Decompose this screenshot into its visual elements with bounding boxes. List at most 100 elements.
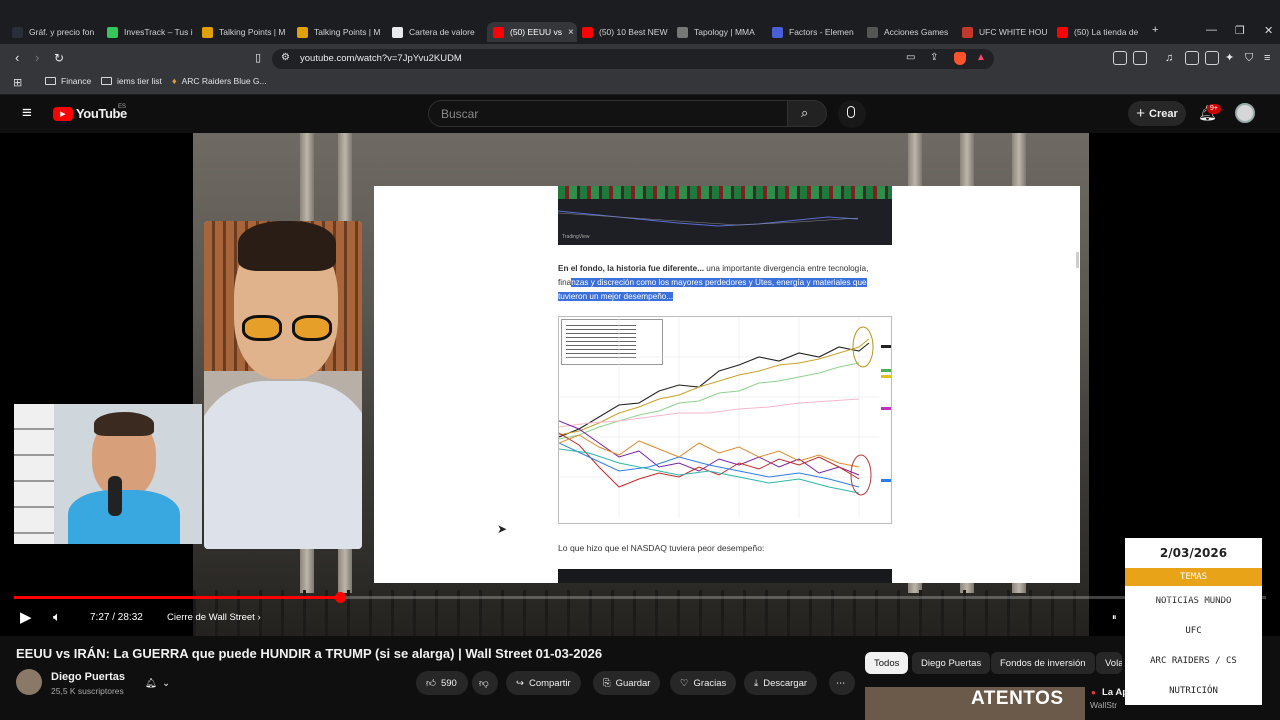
bookmark-icon[interactable]: ▯ [255, 50, 261, 66]
scrubber-handle[interactable] [335, 592, 346, 603]
youtube-icon [493, 26, 504, 38]
browser-tab[interactable]: Talking Points | M [297, 22, 387, 42]
chevron-down-icon: ⌄ [162, 677, 171, 689]
download-button[interactable]: ⤓ Descargar [744, 671, 818, 695]
topics-card: 2/03/2026 TEMAS NOTICIAS MUNDO UFC ARC R… [1125, 538, 1262, 705]
create-button[interactable]: + Crear [1128, 101, 1186, 126]
subscribed-notifications-button[interactable]: 🔔︎ ⌄ [135, 671, 180, 695]
recommended-title[interactable]: La Ap [1102, 687, 1128, 698]
back-icon[interactable]: ‹ [15, 50, 19, 66]
share-button[interactable]: ↪ Compartir [506, 671, 581, 695]
recommended-thumbnail[interactable]: ATENTOS [865, 687, 1085, 720]
tab-label: Gráf. y precio fon [29, 27, 95, 37]
browser-tab[interactable]: InvesTrack – Tus i [107, 22, 197, 42]
browser-tab[interactable]: Talking Points | M [202, 22, 292, 42]
sidebar-icon[interactable] [1185, 51, 1199, 65]
search-button[interactable]: ⌕ [787, 100, 827, 127]
thanks-button[interactable]: ♡ Gracias [670, 671, 737, 695]
youtube-icon [582, 26, 593, 38]
chip-volatility[interactable]: Vola [1096, 652, 1122, 674]
topic-item: NUTRICIÓN [1169, 686, 1218, 696]
play-icon[interactable]: ▶ [20, 608, 32, 626]
chip-channel[interactable]: Diego Puertas [912, 652, 991, 674]
media-icon[interactable]: ♫ [1165, 50, 1173, 66]
volume-icon[interactable]: 🔈︎ [53, 609, 61, 625]
leo-ai-icon[interactable]: ✦ [1225, 50, 1234, 66]
browser-tab[interactable]: (50) EEUU vs × [487, 22, 577, 42]
browser-tab[interactable]: Tapology | MMA [677, 22, 767, 42]
browser-tab[interactable]: Gráf. y precio fon [12, 22, 102, 42]
screenshot-icon[interactable] [1133, 51, 1147, 65]
download-icon: ⤓ [754, 677, 759, 689]
chip-funds[interactable]: Fondos de inversión [991, 652, 1095, 674]
bookmark-iems[interactable]: iems tier list [101, 76, 162, 86]
tab-label: Factors - Elemen [789, 27, 854, 37]
hamburger-menu-icon[interactable]: ≡ [22, 103, 32, 123]
share-label: Compartir [528, 677, 571, 689]
extensions-icon[interactable] [1113, 51, 1127, 65]
microphone-icon [847, 106, 855, 118]
site-info-icon[interactable]: ⚙ [281, 50, 290, 66]
channel-avatar[interactable] [16, 669, 42, 695]
restore-button[interactable]: ❐ [1235, 24, 1245, 37]
menu-icon[interactable]: ≡ [1264, 50, 1270, 66]
investing-icon [867, 26, 878, 38]
share-page-icon[interactable]: ⇪ [930, 50, 938, 66]
url-text[interactable]: youtube.com/watch?v=7JpYvu2KUDM [300, 53, 462, 64]
new-tab-button[interactable]: + [1152, 24, 1158, 36]
voice-search-button[interactable] [838, 100, 866, 128]
close-window-button[interactable]: ✕ [1264, 24, 1273, 37]
next-chart-snippet [558, 569, 892, 583]
paragraph-bold: En el fondo, la historia fue diferente..… [558, 264, 705, 273]
folder-icon [101, 77, 112, 85]
thumbs-down-icon: 👎︎ [479, 678, 489, 689]
bell-icon: 🔔︎ [145, 677, 158, 689]
document-paragraph: En el fondo, la historia fue diferente..… [558, 262, 892, 304]
chapter-button[interactable]: Cierre de Wall Street › [167, 612, 261, 623]
vpn-icon[interactable]: ⛉ [1245, 50, 1253, 66]
account-avatar[interactable] [1235, 103, 1255, 123]
browser-tab[interactable]: Acciones Games [867, 22, 957, 42]
thumbs-up-icon: 👍︎ [426, 678, 436, 689]
brave-shield-icon[interactable] [954, 52, 966, 65]
more-actions-button[interactable]: ⋯ [829, 671, 855, 695]
like-button[interactable]: 👍︎ 590 [416, 671, 468, 695]
topics-header: TEMAS [1125, 568, 1262, 586]
wallet-icon[interactable] [1205, 51, 1219, 65]
youtube-logo[interactable]: ▶ YouTube [53, 106, 127, 121]
close-tab-icon[interactable]: × [568, 27, 574, 38]
sector-performance-chart [558, 316, 892, 524]
save-button[interactable]: ⎘ Guardar [593, 671, 661, 695]
browser-tab[interactable]: (50) 10 Best NEW [582, 22, 672, 42]
thanks-icon: ♡ [680, 677, 689, 689]
minimize-button[interactable]: — [1206, 24, 1217, 36]
channel-name[interactable]: Diego Puertas [51, 671, 125, 683]
topic-item: ARC RAIDERS / CS [1150, 656, 1237, 666]
chip-all[interactable]: Todos [865, 652, 909, 674]
bookmark-label: ARC Raiders Blue G... [181, 76, 267, 86]
browser-tab[interactable]: (50) La tienda de [1057, 22, 1147, 42]
dislike-button[interactable]: 👎︎ [472, 671, 498, 695]
progress-played [14, 596, 340, 599]
thanks-label: Gracias [693, 677, 727, 689]
browser-tab[interactable]: UFC WHITE HOU [962, 22, 1052, 42]
tab-label: UFC WHITE HOU [979, 27, 1048, 37]
browser-tab[interactable]: Cartera de valore [392, 22, 482, 42]
tab-label: Talking Points | M [219, 27, 286, 37]
create-label: Crear [1149, 107, 1178, 120]
rewards-icon[interactable]: ▲ [976, 52, 986, 63]
video-title: EEUU vs IRÁN: La GUERRA que puede HUNDIR… [16, 646, 603, 661]
apps-grid-icon[interactable]: ⊞ [13, 76, 22, 89]
autoplay-toggle-icon[interactable]: ⏸ [1112, 612, 1117, 623]
search-input[interactable]: Buscar [428, 100, 788, 127]
tab-label: Tapology | MMA [694, 27, 755, 37]
arc-raiders-icon: ♦ [172, 76, 177, 86]
reload-icon[interactable]: ↻ [54, 50, 64, 66]
bookmark-arc-raiders[interactable]: ♦ ARC Raiders Blue G... [172, 76, 267, 86]
thumbnail-text: ATENTOS [971, 688, 1064, 709]
bookmark-finance[interactable]: Finance [45, 76, 91, 86]
tradingview-footer: TradingView [562, 234, 590, 240]
cast-icon[interactable]: ▭ [906, 50, 915, 66]
forward-icon[interactable]: › [35, 50, 39, 66]
browser-tab[interactable]: Factors - Elemen [772, 22, 862, 42]
